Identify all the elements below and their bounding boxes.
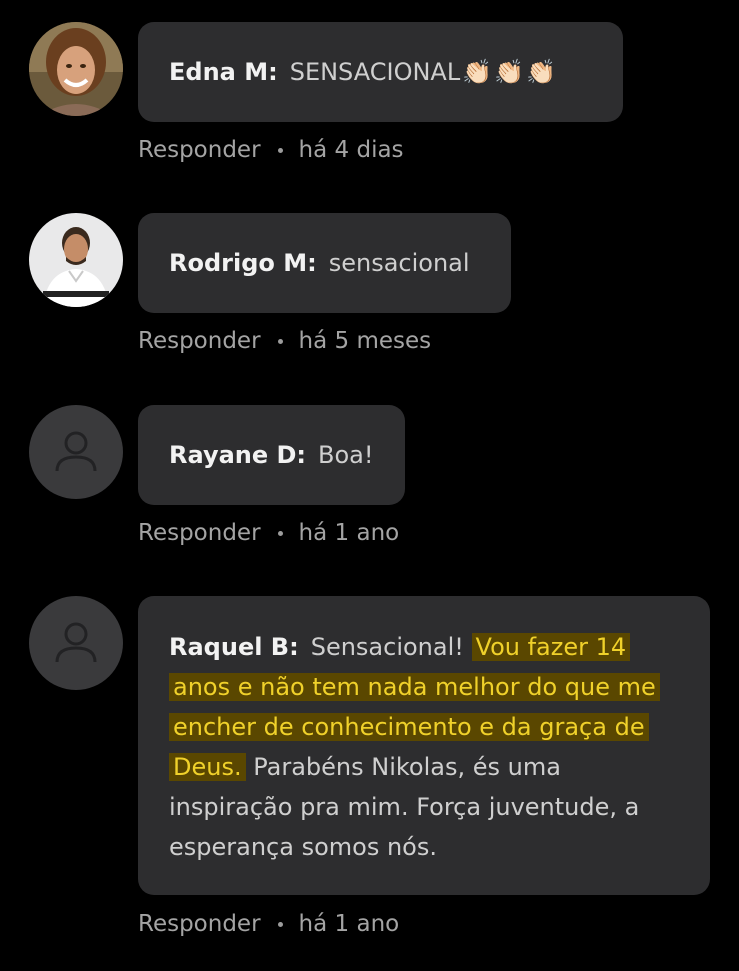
comment-author[interactable]: Rodrigo M: (169, 243, 317, 283)
comment-meta: Responder há 1 ano (138, 520, 399, 546)
comment-author[interactable]: Edna M: (169, 52, 278, 92)
comment-meta: Responder há 4 dias (138, 137, 404, 163)
comment-text: SENSACIONAL (289, 58, 461, 86)
user-icon (55, 622, 97, 663)
comment-timestamp: há 1 ano (298, 911, 400, 937)
comment-timestamp: há 4 dias (298, 137, 404, 163)
comment-meta: Responder há 1 ano (138, 911, 399, 937)
user-icon (55, 431, 97, 472)
reply-button[interactable]: Responder (138, 911, 261, 937)
separator-dot (277, 338, 283, 344)
avatar[interactable] (29, 596, 123, 690)
avatar[interactable] (29, 213, 123, 307)
comment-author[interactable]: Raquel B: (169, 633, 299, 661)
separator-dot (277, 147, 283, 153)
comment-bubble: Rodrigo M: sensacional (138, 213, 511, 313)
clapping-hands-emoji: 👏🏻👏🏻👏🏻 (462, 58, 558, 86)
comment-bubble: Edna M: SENSACIONAL 👏🏻👏🏻👏🏻 (138, 22, 623, 122)
reply-button[interactable]: Responder (138, 328, 261, 354)
reply-button[interactable]: Responder (138, 137, 261, 163)
comment-bubble: Rayane D: Boa! (138, 405, 405, 505)
comment-timestamp: há 1 ano (298, 520, 400, 546)
comment-text: sensacional (328, 249, 470, 277)
comment-author[interactable]: Rayane D: (169, 435, 306, 475)
avatar[interactable] (29, 405, 123, 499)
comment-text: Boa! (318, 441, 374, 469)
avatar[interactable] (29, 22, 123, 116)
comment-text: Sensacional! (310, 633, 464, 661)
comment-meta: Responder há 5 meses (138, 328, 431, 354)
avatar-photo-rodrigo (29, 213, 123, 307)
comment-timestamp: há 5 meses (298, 328, 432, 354)
reply-button[interactable]: Responder (138, 520, 261, 546)
separator-dot (277, 921, 283, 927)
comment-bubble: Raquel B: Sensacional! Vou fazer 14 anos … (138, 596, 710, 895)
separator-dot (277, 530, 283, 536)
avatar-photo-edna (29, 22, 123, 116)
